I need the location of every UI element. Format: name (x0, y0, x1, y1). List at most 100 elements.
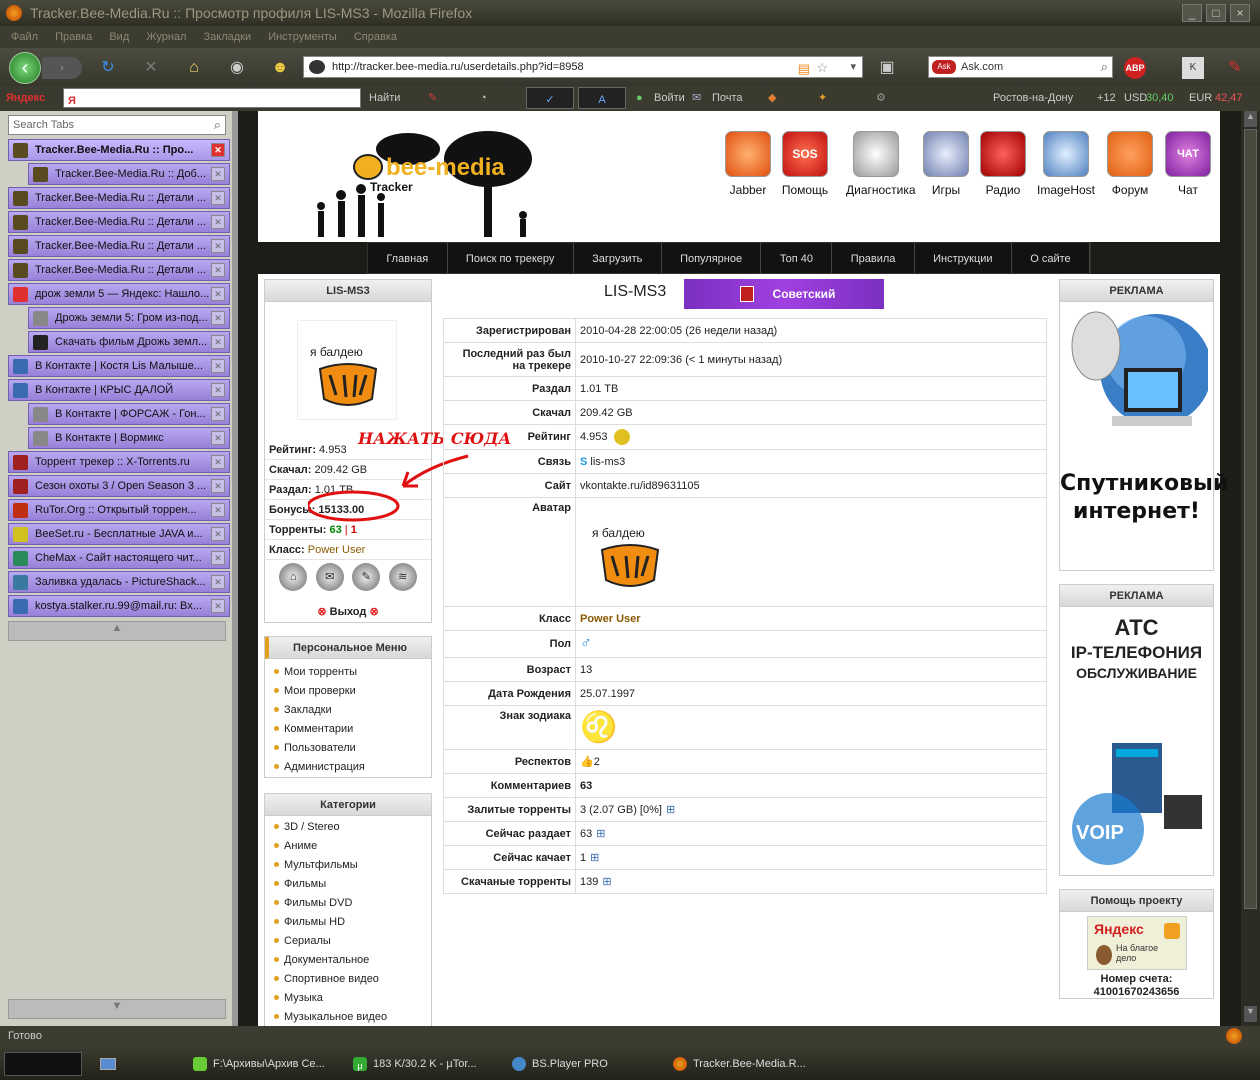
menu-bookmarks[interactable]: Закладки (204, 31, 252, 43)
category-item[interactable]: Музыкальное видео (265, 1008, 431, 1026)
ad-box-2[interactable]: РЕКЛАМА АТС IP-телефония обслуживание VO… (1059, 584, 1214, 876)
logout-link[interactable]: ⊗ Выход ⊗ (265, 605, 431, 618)
nav-home[interactable]: Главная (368, 243, 448, 273)
tab-item[interactable]: В Контакте | Костя Lis Малыше... ✕ (8, 355, 230, 377)
page-scrollbar[interactable]: ▲ ▼ (1241, 111, 1260, 1026)
firefox-status-icon[interactable] (1226, 1028, 1242, 1044)
yandex-find-button[interactable]: Найти (369, 86, 400, 111)
tab-close-icon[interactable]: ✕ (211, 599, 225, 613)
header-chat[interactable]: ЧАТ Чат (1158, 131, 1218, 197)
category-item[interactable]: Фильмы DVD (265, 894, 431, 913)
profile-value[interactable]: Power User (575, 606, 1047, 631)
header-diagnostics[interactable]: Диагностика (846, 131, 916, 197)
nav-about[interactable]: О сайте (1012, 243, 1091, 273)
task-utorrent[interactable]: μ 183 K/30.2 K - µTor... (353, 1055, 477, 1073)
chat-bubble-icon[interactable]: ◔ (480, 86, 487, 111)
scroll-down-button[interactable]: ▼ (1244, 1006, 1257, 1022)
task-bsplayer[interactable]: BS.Player PRO (512, 1055, 608, 1073)
yandex-city[interactable]: Ростов-на-Дону (993, 86, 1073, 111)
tab-close-icon[interactable]: ✕ (211, 479, 225, 493)
yandex-login-button[interactable]: Войти (654, 86, 685, 111)
stop-icon[interactable]: ✕ (140, 57, 162, 79)
tab-close-icon[interactable]: ✕ (211, 383, 225, 397)
category-item[interactable]: Аниме (265, 837, 431, 856)
tab-close-icon[interactable]: ✕ (211, 503, 225, 517)
tab-item[interactable]: Tracker.Bee-Media.Ru :: Доб... ✕ (28, 163, 230, 185)
task-firefox[interactable]: Tracker.Bee-Media.R... (673, 1055, 806, 1073)
bar-addon2-icon[interactable]: ✦ (818, 86, 827, 111)
rss-icon[interactable]: ▤ (798, 59, 810, 79)
attachment-icon[interactable]: ✎ (352, 563, 381, 591)
tab-item[interactable]: дрож земли 5 — Яндекс: Нашло... ✕ (8, 283, 230, 305)
tab-close-icon[interactable]: ✕ (211, 215, 225, 229)
menu-history[interactable]: Журнал (146, 31, 186, 43)
tab-item[interactable]: BeeSet.ru - Бесплатные JAVA и... ✕ (8, 523, 230, 545)
menu-users[interactable]: Пользователи (265, 739, 431, 758)
nav-instructions[interactable]: Инструкции (915, 243, 1012, 273)
menu-bookmarks[interactable]: Закладки (265, 701, 431, 720)
spellcheck-icon[interactable]: ✓ (526, 87, 574, 109)
tab-item[interactable]: Tracker.Bee-Media.Ru :: Детали ... ✕ (8, 235, 230, 257)
profile-value[interactable]: S lis-ms3 (575, 449, 1047, 474)
camera-icon[interactable]: ▣ (876, 57, 898, 79)
tab-close-icon[interactable]: ✕ (211, 263, 225, 277)
nav-rules[interactable]: Правила (832, 243, 915, 273)
forward-button[interactable]: › (42, 57, 82, 79)
category-item[interactable]: Мультфильмы (265, 856, 431, 875)
mail-icon[interactable]: ✉ (692, 86, 701, 111)
header-radio[interactable]: Радио (973, 131, 1033, 197)
tab-close-icon[interactable]: ✕ (211, 575, 225, 589)
menu-my-torrents[interactable]: Мои торренты (265, 663, 431, 682)
tab-close-icon[interactable]: ✕ (211, 143, 225, 157)
scroll-up-button[interactable]: ▲ (1244, 111, 1257, 127)
tab-item[interactable]: Скачать фильм Дрожь земл... ✕ (28, 331, 230, 353)
yandex-search-input[interactable]: Я (63, 88, 361, 108)
category-item[interactable]: Спортивное видео (265, 970, 431, 989)
menu-my-checks[interactable]: Мои проверки (265, 682, 431, 701)
expand-icon[interactable]: ⊞ (666, 804, 675, 816)
tab-close-icon[interactable]: ✕ (211, 287, 225, 301)
header-jabber[interactable]: Jabber (718, 131, 778, 197)
task-explorer[interactable]: F:\Архивы\Архив Се... (193, 1055, 325, 1073)
ad-box-1[interactable]: РЕКЛАМА Спутниковый интернет! (1059, 279, 1228, 571)
message-icon[interactable]: ✉ (315, 563, 344, 591)
rss-icon[interactable]: ≋ (388, 563, 417, 591)
tab-scroll-up-button[interactable]: ▲ (8, 621, 226, 641)
expand-icon[interactable]: ⊞ (590, 852, 599, 864)
menu-comments[interactable]: Комментарии (265, 720, 431, 739)
maximize-button[interactable]: □ (1206, 4, 1226, 22)
start-area[interactable] (4, 1052, 82, 1076)
tab-close-icon[interactable]: ✕ (211, 359, 225, 373)
smiley-icon[interactable]: ☻ (269, 57, 291, 79)
tab-item[interactable]: Дрожь земли 5: Гром из-под... ✕ (28, 307, 230, 329)
home-icon[interactable]: ⌂ (183, 57, 205, 79)
tab-close-icon[interactable]: ✕ (211, 191, 225, 205)
scroll-thumb[interactable] (1244, 129, 1257, 909)
tab-close-icon[interactable]: ✕ (211, 527, 225, 541)
tab-close-icon[interactable]: ✕ (211, 167, 225, 181)
tab-close-icon[interactable]: ✕ (211, 455, 225, 469)
tab-item[interactable]: Tracker.Bee-Media.Ru :: Детали ... ✕ (8, 211, 230, 233)
header-games[interactable]: Игры (916, 131, 976, 197)
header-imagehost[interactable]: ImageHost (1036, 131, 1096, 197)
highlight-icon[interactable]: ✎ (428, 86, 437, 111)
tab-close-icon[interactable]: ✕ (211, 431, 225, 445)
header-help[interactable]: SOS Помощь (775, 131, 835, 197)
tab-close-icon[interactable]: ✕ (211, 335, 225, 349)
search-icon[interactable]: ⌕ (1101, 57, 1108, 77)
bar-addon-icon[interactable]: ◆ (768, 86, 776, 111)
tab-item[interactable]: В Контакте | КРЫС ДАЛОЙ ✕ (8, 379, 230, 401)
eye-icon[interactable]: ◉ (226, 57, 248, 79)
tab-scroll-down-button[interactable]: ▼ (8, 999, 226, 1019)
close-button[interactable]: × (1230, 4, 1250, 22)
back-button[interactable]: ‹ (9, 52, 41, 84)
login-icon[interactable]: ● (636, 86, 643, 111)
menu-view[interactable]: Вид (109, 31, 129, 43)
tab-item[interactable]: Торрент трекер :: X-Torrents.ru ✕ (8, 451, 230, 473)
menu-tools[interactable]: Инструменты (268, 31, 337, 43)
tab-close-icon[interactable]: ✕ (211, 551, 225, 565)
adblock-icon[interactable]: ABP (1124, 57, 1146, 79)
tab-item[interactable]: Tracker.Bee-Media.Ru :: Про... ✕ (8, 139, 230, 161)
minimize-button[interactable]: _ (1182, 4, 1202, 22)
category-item[interactable]: Фильмы (265, 875, 431, 894)
